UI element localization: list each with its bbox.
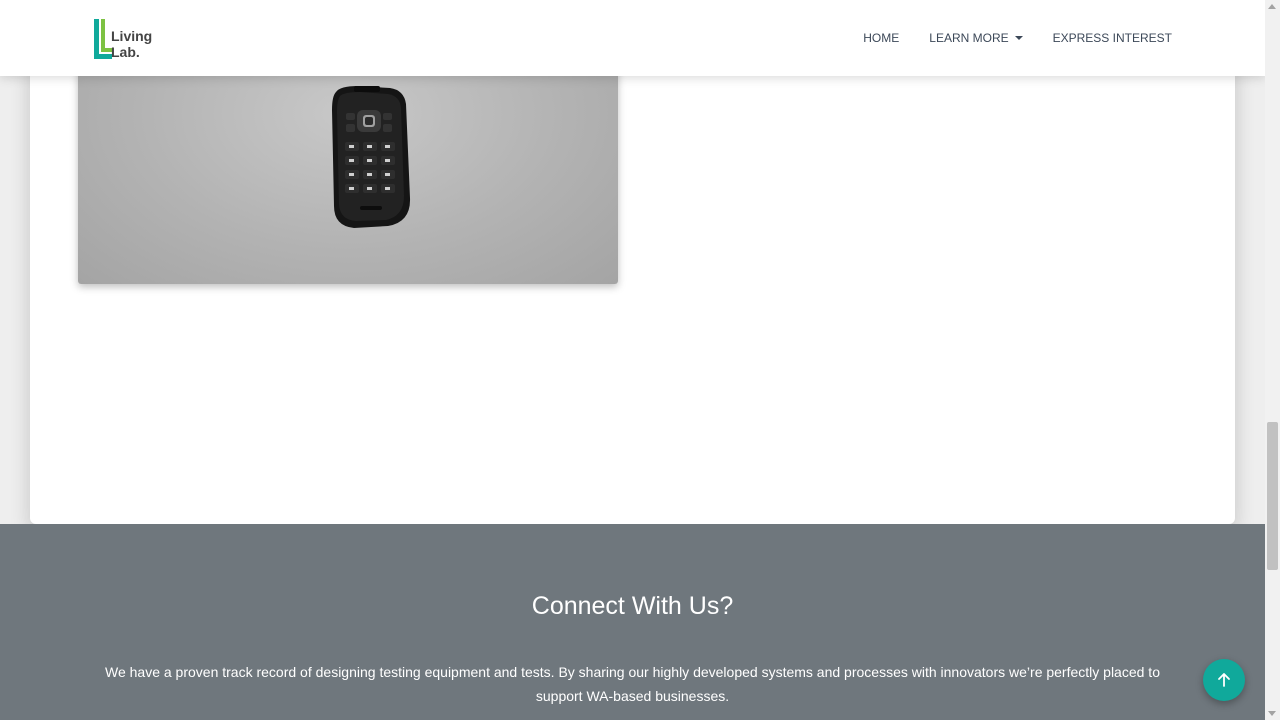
scroll-to-top-button[interactable] <box>1203 659 1245 701</box>
connect-footer: Connect With Us? We have a proven track … <box>0 524 1265 720</box>
content-card <box>30 0 1235 524</box>
scroll-up-arrow-icon[interactable] <box>1268 4 1276 9</box>
logo-text-line2: Lab. <box>111 44 140 60</box>
nav-express-interest-link[interactable]: EXPRESS INTEREST <box>1053 31 1172 45</box>
scroll-down-arrow-icon[interactable] <box>1268 711 1276 716</box>
living-lab-logo[interactable]: Living Lab. <box>92 17 162 61</box>
page-viewport: Living Lab. HOME LEARN MORE EXPRESS INTE… <box>0 0 1265 720</box>
scrollbar-thumb[interactable] <box>1267 422 1278 570</box>
nav-learn-more-dropdown[interactable]: LEARN MORE <box>929 31 1023 45</box>
nav-learn-more-label: LEARN MORE <box>929 31 1009 45</box>
nav-home-link[interactable]: HOME <box>863 31 899 45</box>
top-navbar: Living Lab. HOME LEARN MORE EXPRESS INTE… <box>0 0 1265 76</box>
nav-express-interest-label: EXPRESS INTEREST <box>1052 31 1172 45</box>
footer-description: We have a proven track record of designi… <box>105 664 1160 704</box>
logo-text-line1: Living <box>111 28 153 44</box>
arrow-up-icon <box>1218 673 1230 687</box>
page-scrollbar[interactable] <box>1265 0 1280 720</box>
nav-home-label: HOME <box>863 31 900 45</box>
footer-title: Connect With Us? <box>531 592 734 620</box>
caret-down-icon <box>1014 36 1023 40</box>
nav-menu: HOME LEARN MORE EXPRESS INTEREST <box>863 31 1172 45</box>
